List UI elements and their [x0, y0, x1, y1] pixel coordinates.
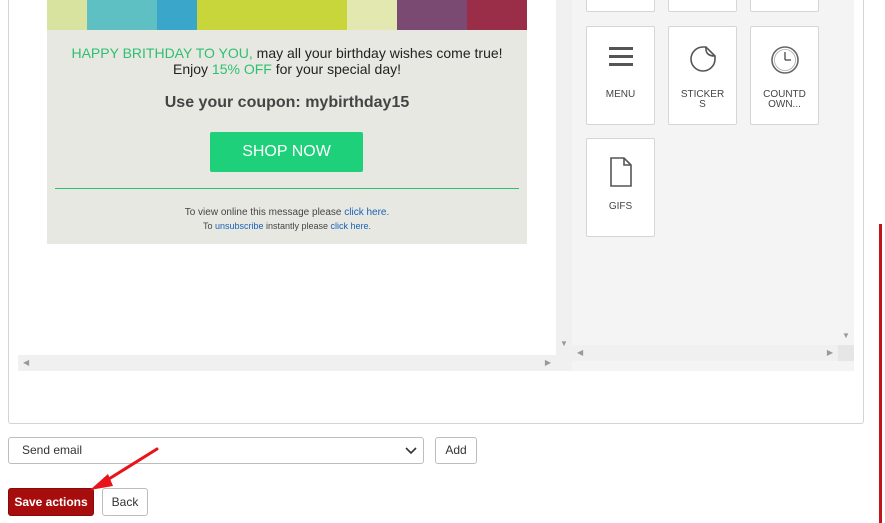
action-select[interactable]: Send email [8, 437, 424, 464]
palette-tile-stickers[interactable]: STICKER S [668, 26, 737, 125]
palette-tile-partial[interactable] [586, 0, 655, 12]
coupon-text: Use your coupon: mybirthday15 [164, 94, 410, 111]
palette-tile-menu[interactable]: MENU [586, 26, 655, 125]
sticker-icon [689, 46, 716, 72]
tile-label-countdown-line2: OWN... [768, 99, 801, 110]
palette-scroll-right-icon[interactable]: ▶ [827, 345, 833, 361]
footer-view-online: To view online this message please click… [47, 207, 527, 218]
palette-tile-countdown[interactable]: COUNTD OWN... [750, 26, 819, 125]
palette-tile-gifs[interactable]: GIFS [586, 138, 655, 237]
unsubscribe-link[interactable]: unsubscribe [215, 221, 264, 231]
add-action-button[interactable]: Add [435, 437, 477, 464]
greeting-line: HAPPY BRITHDAY TO YOU, may all your birt… [47, 45, 527, 61]
enjoy-suffix: for your special day! [271, 61, 401, 77]
shop-now-button[interactable]: SHOP NOW [210, 132, 363, 172]
palette-bottom-strip [572, 361, 854, 371]
page-edge-marker [879, 224, 882, 523]
action-select-value: Send email [22, 443, 83, 457]
view-online-link[interactable]: click here. [344, 207, 389, 218]
scroll-left-icon[interactable]: ◀ [23, 355, 29, 371]
scroll-down-icon[interactable]: ▼ [560, 336, 568, 352]
enjoy-prefix: Enjoy [173, 61, 212, 77]
palette-scroll-left-icon[interactable]: ◀ [577, 345, 583, 361]
tile-label-gifs: GIFS [608, 201, 633, 212]
footer-line1-prefix: To view online this message please [184, 207, 345, 218]
preview-vertical-scrollbar[interactable]: ▼ [556, 0, 572, 371]
palette-scroll-down-icon[interactable]: ▼ [842, 328, 850, 344]
footer-line2-prefix: To [202, 221, 215, 231]
tile-label-stickers-line2: S [699, 99, 706, 110]
discount-line: Enjoy 15% OFF for your special day! [47, 61, 527, 77]
clock-icon [770, 46, 799, 74]
greeting-highlight: HAPPY BRITHDAY TO YOU, [71, 45, 253, 61]
footer-unsubscribe: To unsubscribe instantly please click he… [47, 221, 527, 231]
save-actions-button[interactable]: Save actions [8, 488, 94, 516]
tile-label-menu: MENU [605, 89, 636, 100]
palette-tile-partial[interactable] [668, 0, 737, 12]
footer-line2-mid: instantly please [263, 221, 331, 231]
tile-label-countdown: COUNTD OWN... [755, 90, 814, 110]
palette-tile-partial[interactable] [750, 0, 819, 12]
email-divider [55, 188, 519, 189]
scroll-right-icon[interactable]: ▶ [545, 355, 551, 371]
discount-value: 15% OFF [211, 61, 272, 77]
hero-image [47, 0, 527, 30]
palette-vertical-scrollbar[interactable]: ▼ [838, 0, 854, 345]
tile-label-stickers: STICKER S [673, 90, 732, 110]
menu-icon [608, 47, 633, 66]
greeting-rest: may all your birthday wishes come true! [252, 45, 503, 61]
preview-horizontal-scrollbar[interactable]: ◀ ▶ [18, 355, 556, 371]
unsubscribe-click-link[interactable]: click here. [331, 221, 372, 231]
file-icon [609, 157, 632, 187]
back-button[interactable]: Back [102, 488, 148, 516]
palette-horizontal-scrollbar[interactable]: ◀ ▶ [572, 345, 838, 361]
chevron-down-icon [405, 447, 417, 455]
scrollbar-corner [838, 345, 854, 361]
